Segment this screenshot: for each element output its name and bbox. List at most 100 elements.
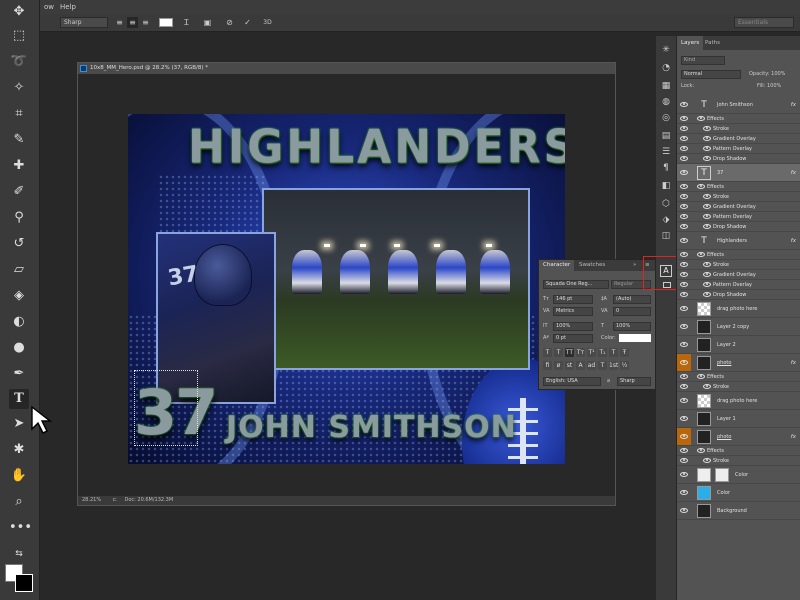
commit-edit-icon[interactable]: ✓: [242, 17, 253, 28]
swap-colors-icon[interactable]: ⇆: [9, 544, 29, 564]
eye-icon[interactable]: [680, 169, 688, 175]
visibility-column[interactable]: [677, 192, 691, 201]
faux-bold-button[interactable]: T: [543, 348, 552, 357]
align-left-icon[interactable]: ≡: [114, 17, 125, 28]
eye-icon[interactable]: [680, 433, 688, 439]
align-center-icon[interactable]: ≡: [127, 17, 138, 28]
eye-icon[interactable]: [680, 183, 688, 189]
visibility-column[interactable]: [677, 144, 691, 153]
effect-visibility-icon[interactable]: [703, 155, 711, 161]
effect-visibility-icon[interactable]: [703, 457, 711, 463]
visibility-column[interactable]: [677, 154, 691, 163]
layer-effect-row[interactable]: Pattern Overlay: [677, 280, 800, 290]
paths-icon[interactable]: ⬗: [659, 214, 673, 226]
layer-row[interactable]: Color: [677, 484, 800, 502]
superscript-button[interactable]: T¹: [587, 348, 596, 357]
layer-effect-row[interactable]: Gradient Overlay: [677, 270, 800, 280]
visibility-column[interactable]: [677, 318, 691, 335]
visibility-column[interactable]: [677, 382, 691, 391]
effect-visibility-icon[interactable]: [703, 145, 711, 151]
all-caps-button[interactable]: TT: [565, 348, 574, 357]
custom-shape-tool-icon[interactable]: ✱: [9, 440, 29, 460]
styles-icon[interactable]: ◎: [659, 112, 673, 124]
discretionary-ligatures-button[interactable]: ø: [554, 361, 563, 370]
effect-visibility-icon[interactable]: [697, 447, 705, 453]
visibility-column[interactable]: [677, 114, 691, 123]
visibility-column[interactable]: [677, 354, 691, 371]
layer-fx-icon[interactable]: fx: [791, 232, 796, 250]
paragraph-styles-icon[interactable]: [663, 282, 671, 288]
visibility-column[interactable]: [677, 280, 691, 289]
properties-icon[interactable]: ☰: [659, 146, 673, 158]
effect-visibility-icon[interactable]: [703, 135, 711, 141]
layer-effect-row[interactable]: Pattern Overlay: [677, 144, 800, 154]
eye-icon[interactable]: [680, 223, 688, 229]
history-brush-tool-icon[interactable]: ↺: [9, 234, 29, 254]
vertical-scale-field[interactable]: 100%: [553, 322, 593, 331]
half-button[interactable]: ½: [620, 361, 629, 370]
layer-effect-row[interactable]: Pattern Overlay: [677, 212, 800, 222]
canvas-artwork[interactable]: 37 HIGHLANDERS 37 JOHN SMITHSON: [128, 114, 565, 464]
eye-icon[interactable]: [680, 155, 688, 161]
visibility-column[interactable]: [677, 250, 691, 259]
document-tab[interactable]: 10x8_MM_Hero.psd @ 28.2% (37, RGB/8) *: [78, 63, 615, 74]
zoom-tool-icon[interactable]: ⌕: [9, 492, 29, 512]
eye-icon[interactable]: [680, 203, 688, 209]
blend-mode-select[interactable]: Normal: [681, 70, 741, 79]
layer-fx-icon[interactable]: fx: [791, 164, 796, 182]
eye-icon[interactable]: [680, 193, 688, 199]
eye-icon[interactable]: [680, 101, 688, 107]
panel-collapse-icon[interactable]: »: [629, 260, 640, 271]
eye-icon[interactable]: [680, 341, 688, 347]
layer-row[interactable]: Layer 2 copy: [677, 318, 800, 336]
eye-icon[interactable]: [680, 135, 688, 141]
layer-effect-row[interactable]: Stroke: [677, 124, 800, 134]
visibility-column[interactable]: [677, 502, 691, 519]
effect-visibility-icon[interactable]: [697, 183, 705, 189]
3d-icon[interactable]: 3D: [262, 17, 273, 28]
layer-fx-icon[interactable]: fx: [791, 428, 796, 446]
layer-row[interactable]: T 37 fx: [677, 164, 800, 182]
layer-row[interactable]: photo fx: [677, 428, 800, 446]
layer-effect-row[interactable]: Stroke: [677, 456, 800, 466]
eye-icon[interactable]: [680, 305, 688, 311]
visibility-column[interactable]: [677, 466, 691, 483]
clone-stamp-tool-icon[interactable]: ⚲: [9, 208, 29, 228]
visibility-column[interactable]: [677, 484, 691, 501]
libraries-icon[interactable]: ▤: [659, 130, 673, 142]
layer-row[interactable]: drag photo here: [677, 392, 800, 410]
layer-effect-row[interactable]: Stroke: [677, 192, 800, 202]
visibility-column[interactable]: [677, 300, 691, 317]
eraser-tool-icon[interactable]: ▱: [9, 260, 29, 280]
effect-visibility-icon[interactable]: [703, 193, 711, 199]
background-color-swatch[interactable]: [15, 574, 33, 592]
layer-effect-row[interactable]: Effects: [677, 446, 800, 456]
layer-row[interactable]: Layer 1: [677, 410, 800, 428]
dodge-tool-icon[interactable]: ●: [9, 338, 29, 358]
layer-effect-row[interactable]: Effects: [677, 182, 800, 192]
eye-icon[interactable]: [680, 145, 688, 151]
effect-visibility-icon[interactable]: [697, 251, 705, 257]
fill-control[interactable]: Fill: 100%: [757, 82, 781, 91]
effect-visibility-icon[interactable]: [703, 261, 711, 267]
opacity-control[interactable]: Opacity: 100%: [749, 70, 785, 79]
path-selection-tool-icon[interactable]: ➤: [9, 414, 29, 434]
text-bounding-box[interactable]: [134, 370, 198, 446]
eye-icon[interactable]: [680, 115, 688, 121]
visibility-column[interactable]: [677, 164, 691, 181]
visibility-column[interactable]: [677, 446, 691, 455]
visibility-column[interactable]: [677, 182, 691, 191]
effect-visibility-icon[interactable]: [697, 373, 705, 379]
underline-button[interactable]: T: [609, 348, 618, 357]
layer-row[interactable]: Layer 2: [677, 336, 800, 354]
horizontal-scale-field[interactable]: 100%: [613, 322, 651, 331]
timeline-icon[interactable]: ◫: [659, 230, 673, 242]
layer-effect-row[interactable]: Gradient Overlay: [677, 134, 800, 144]
eye-icon[interactable]: [680, 213, 688, 219]
font-size-field[interactable]: 146 pt: [553, 295, 593, 304]
aa-select[interactable]: Sharp: [617, 377, 651, 386]
channels-icon[interactable]: ◧: [659, 180, 673, 192]
tab-character[interactable]: Character: [539, 260, 575, 271]
effect-visibility-icon[interactable]: [697, 115, 705, 121]
visibility-column[interactable]: [677, 232, 691, 249]
